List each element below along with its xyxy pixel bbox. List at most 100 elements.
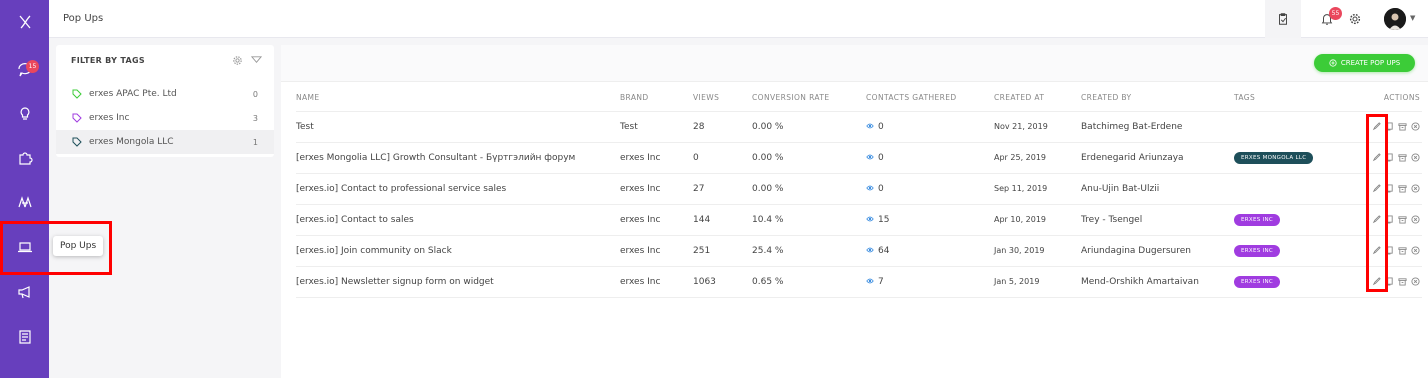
filter-by-tags-panel: FILTER BY TAGS erxes APAC Pte. Ltd 0 erx…	[56, 45, 274, 157]
tag-icon	[72, 113, 82, 123]
erxes-logo[interactable]	[0, 0, 49, 44]
col-tags: TAGS	[1234, 85, 1344, 112]
cell-created-by: Anu-Ujin Bat-Ulzii	[1081, 173, 1234, 205]
tag-filter-item[interactable]: erxes Inc 3	[56, 106, 274, 130]
tag-label: erxes APAC Pte. Ltd	[89, 89, 177, 99]
archive-icon[interactable]	[1398, 246, 1407, 255]
archive-icon[interactable]	[1398, 184, 1407, 193]
chevron-down-icon[interactable]: ▼	[1410, 14, 1415, 22]
cell-name[interactable]: Test	[296, 111, 620, 143]
delete-icon[interactable]	[1411, 214, 1420, 224]
table-row[interactable]: Test Test 28 0.00 % 0 Nov 21, 2019 Batchimeg B…	[296, 111, 1422, 143]
plus-circle-icon	[1329, 59, 1337, 67]
user-photo-icon	[1384, 8, 1406, 30]
delete-icon[interactable]	[1411, 245, 1420, 255]
cell-views: 144	[693, 204, 752, 236]
cell-tags: ERXES INC	[1234, 204, 1344, 236]
gear-icon[interactable]	[232, 55, 243, 66]
cell-contacts-gathered: 7	[866, 266, 994, 298]
col-actions: ACTIONS	[1344, 85, 1422, 112]
cell-name[interactable]: [erxes.io] Contact to professional servi…	[296, 173, 620, 205]
cell-conversion-rate: 0.00 %	[752, 173, 866, 205]
cell-name[interactable]: [erxes.io] Newsletter signup form on wid…	[296, 266, 620, 298]
cell-views: 27	[693, 173, 752, 205]
col-conversion-rate[interactable]: CONVERSION RATE	[752, 85, 866, 112]
create-pop-ups-button[interactable]: CREATE POP UPS	[1314, 54, 1415, 72]
cell-created-by: Trey - Tsengel	[1081, 204, 1234, 236]
col-created-by[interactable]: CREATED BY	[1081, 85, 1234, 112]
contacts-count: 15	[878, 214, 890, 225]
tag-pill: ERXES MONGOLA LLC	[1234, 151, 1314, 164]
cell-brand: erxes Inc	[620, 266, 693, 298]
cell-contacts-gathered: 15	[866, 204, 994, 236]
cell-name[interactable]: [erxes.io] Contact to sales	[296, 204, 620, 236]
inbox-badge: 15	[26, 60, 39, 73]
topbar: Pop Ups 55 ▼	[49, 0, 1428, 38]
logo-icon	[19, 15, 30, 29]
signpost-icon	[17, 196, 32, 208]
table-row[interactable]: [erxes.io] Newsletter signup form on wid…	[296, 266, 1422, 298]
archive-icon[interactable]	[1398, 122, 1407, 131]
cell-contacts-gathered: 0	[866, 111, 994, 143]
table-row[interactable]: [erxes.io] Join community on Slack erxes …	[296, 235, 1422, 267]
gear-icon	[1349, 13, 1361, 25]
cell-tags: ERXES MONGOLA LLC	[1234, 142, 1344, 174]
table-row[interactable]: [erxes Mongolia LLC] Growth Consultant -…	[296, 142, 1422, 174]
cell-created-at: Nov 21, 2019	[994, 111, 1081, 143]
tag-count: 3	[252, 113, 258, 123]
cell-name[interactable]: [erxes Mongolia LLC] Growth Consultant -…	[296, 142, 620, 174]
col-brand[interactable]: BRAND	[620, 85, 693, 112]
eye-icon	[866, 247, 874, 252]
archive-icon[interactable]	[1398, 277, 1407, 286]
highlight-box-actions	[1366, 114, 1388, 292]
cell-tags	[1234, 173, 1344, 205]
tag-label: erxes Mongola LLC	[89, 137, 174, 147]
cell-brand: erxes Inc	[620, 204, 693, 236]
cell-name[interactable]: [erxes.io] Join community on Slack	[296, 235, 620, 267]
archive-icon[interactable]	[1398, 215, 1407, 224]
archive-icon[interactable]	[1398, 153, 1407, 162]
tag-filter-item[interactable]: erxes APAC Pte. Ltd 0	[56, 82, 274, 106]
cell-conversion-rate: 25.4 %	[752, 235, 866, 267]
cell-created-by: Mend-Orshikh Amartaivan	[1081, 266, 1234, 298]
tasks-button[interactable]	[1265, 0, 1301, 38]
tag-filter-item[interactable]: erxes Mongola LLC 1	[56, 130, 274, 154]
sidebar-item-knowledge-base[interactable]	[0, 180, 49, 224]
table-header-row: NAME BRAND VIEWS CONVERSION RATE CONTACT…	[296, 85, 1422, 112]
delete-icon[interactable]	[1411, 276, 1420, 286]
sidebar-item-reports[interactable]	[0, 315, 49, 359]
tag-icon	[72, 137, 82, 147]
sidebar-item-inbox[interactable]: 15	[0, 48, 49, 92]
pop-ups-table: NAME BRAND VIEWS CONVERSION RATE CONTACT…	[296, 85, 1422, 298]
filter-icon[interactable]	[251, 55, 262, 66]
lightbulb-icon	[20, 107, 29, 120]
avatar[interactable]	[1384, 8, 1406, 30]
delete-icon[interactable]	[1411, 183, 1420, 193]
col-created-at[interactable]: CREATED AT	[994, 85, 1081, 112]
cell-views: 0	[693, 142, 752, 174]
delete-icon[interactable]	[1411, 121, 1420, 131]
col-views[interactable]: VIEWS	[693, 85, 752, 112]
cell-brand: Test	[620, 111, 693, 143]
col-name[interactable]: NAME	[296, 85, 620, 112]
cell-created-by: Ariundagina Dugersuren	[1081, 235, 1234, 267]
cell-views: 1063	[693, 266, 752, 298]
sidebar-item-integrations[interactable]	[0, 136, 49, 180]
eye-icon	[866, 123, 874, 128]
cell-contacts-gathered: 64	[866, 235, 994, 267]
settings-button[interactable]	[1337, 0, 1373, 38]
tag-count: 0	[252, 89, 258, 99]
sidebar-item-engage[interactable]	[0, 270, 49, 314]
tag-pill: ERXES INC	[1234, 275, 1281, 288]
pop-ups-tooltip: Pop Ups	[53, 236, 104, 256]
cell-tags	[1234, 111, 1344, 143]
delete-icon[interactable]	[1411, 152, 1420, 162]
col-contacts-gathered[interactable]: CONTACTS GATHERED	[866, 85, 994, 112]
sidebar-item-growth-hacking[interactable]	[0, 92, 49, 136]
cell-created-at: Jan 5, 2019	[994, 266, 1081, 298]
cell-tags: ERXES INC	[1234, 266, 1344, 298]
main-actionbar: CREATE POP UPS	[281, 45, 1428, 82]
table-row[interactable]: [erxes.io] Contact to sales erxes Inc 144 1…	[296, 204, 1422, 236]
main-content: CREATE POP UPS NAME BRAND VIEWS CONVERSI…	[281, 45, 1428, 378]
table-row[interactable]: [erxes.io] Contact to professional servi…	[296, 173, 1422, 205]
